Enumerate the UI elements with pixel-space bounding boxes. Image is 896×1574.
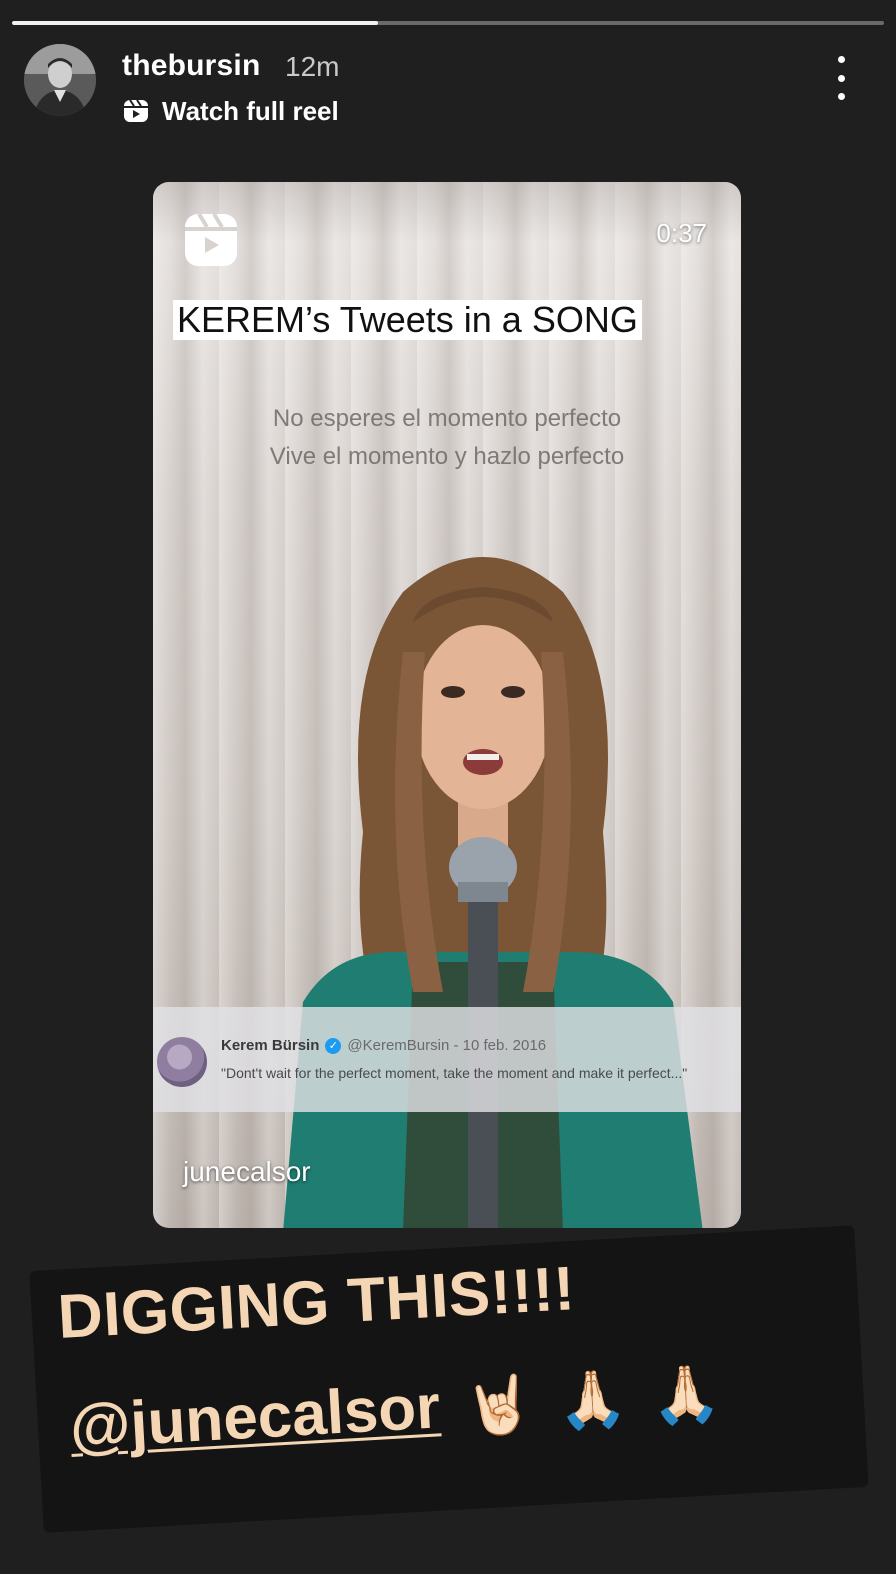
tweet-overlay: Kerem Bürsin ✓ @KeremBursin - 10 feb. 20… [153,1007,741,1112]
tweet-text: "Dont't wait for the perfect moment, tak… [221,1065,688,1081]
praying-hands-emoji: 🙏🏻 [649,1360,723,1428]
lyrics-line-2: Vive el momento y hazlo perfecto [269,443,625,470]
rock-hand-emoji: 🤘🏻 [462,1371,536,1438]
story-progress-bar [12,21,884,25]
praying-hands-emoji: 🙏🏻 [555,1365,629,1433]
reel-duration: 0:37 [656,218,707,248]
watch-full-reel-link[interactable]: Watch full reel [122,94,339,128]
video-title-overlay: KEREM’s Tweets in a SONG [173,300,642,340]
reels-icon [124,99,148,122]
watch-full-reel-label: Watch full reel [162,95,339,126]
tweet-avatar [157,1037,207,1087]
story-screen: thebursin 12m Watch full reel 0:37 KEREM… [0,0,896,1574]
more-vertical-icon-dot [837,93,845,100]
post-time: 12m [285,51,340,82]
tweet-header: Kerem Bürsin ✓ @KeremBursin - 10 feb. 20… [221,1037,546,1054]
avatar-image [24,44,96,116]
tweet-handle-date: @KeremBursin - 10 feb. 2016 [347,1037,547,1054]
curtain-rod-shadow [153,182,741,242]
reel-preview-card[interactable]: 0:37 KEREM’s Tweets in a SONG No esperes… [153,182,741,1228]
tweet-author-name: Kerem Bürsin [221,1037,320,1054]
lyrics-line-1: No esperes el momento perfecto [272,405,622,432]
reels-icon [185,212,237,266]
more-vertical-icon-dot [837,74,845,82]
lyrics-overlay: No esperes el momento perfecto Vive el m… [153,400,741,476]
more-options-button[interactable] [824,56,858,100]
avatar[interactable] [24,44,96,116]
verified-badge-icon: ✓ [325,1037,342,1054]
reel-author-username[interactable]: junecalsor [183,1156,311,1188]
username[interactable]: thebursin [122,49,260,83]
singer-figure [263,532,703,1228]
singer-illustration [283,557,703,1228]
story-progress-fill [12,21,379,25]
more-vertical-icon [837,56,845,63]
